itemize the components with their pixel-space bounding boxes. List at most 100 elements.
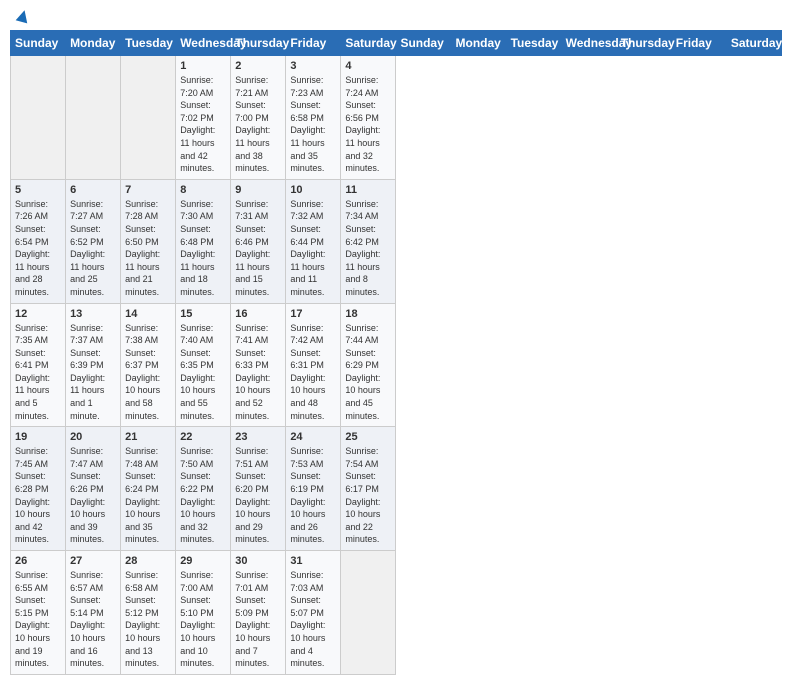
day-number: 11 bbox=[345, 184, 391, 196]
daylight-text: Daylight: 10 hours and 32 minutes. bbox=[180, 497, 215, 545]
day-header-wednesday: Wednesday bbox=[176, 31, 231, 56]
day-info: Sunrise: 6:57 AM Sunset: 5:14 PM Dayligh… bbox=[70, 569, 116, 670]
sunrise-text: Sunrise: 7:31 AM bbox=[235, 199, 268, 222]
day-info: Sunrise: 7:48 AM Sunset: 6:24 PM Dayligh… bbox=[125, 445, 171, 546]
calendar-cell: 5 Sunrise: 7:26 AM Sunset: 6:54 PM Dayli… bbox=[11, 179, 66, 303]
day-number: 14 bbox=[125, 308, 171, 320]
day-info: Sunrise: 7:41 AM Sunset: 6:33 PM Dayligh… bbox=[235, 322, 281, 423]
daylight-text: Daylight: 11 hours and 28 minutes. bbox=[15, 249, 50, 297]
day-number: 20 bbox=[70, 431, 116, 443]
sunset-text: Sunset: 6:29 PM bbox=[345, 348, 379, 371]
sunset-text: Sunset: 6:33 PM bbox=[235, 348, 269, 371]
daylight-text: Daylight: 10 hours and 42 minutes. bbox=[15, 497, 50, 545]
calendar-week-1: 1 Sunrise: 7:20 AM Sunset: 7:02 PM Dayli… bbox=[11, 56, 782, 180]
sunrise-text: Sunrise: 7:32 AM bbox=[290, 199, 323, 222]
day-info: Sunrise: 7:24 AM Sunset: 6:56 PM Dayligh… bbox=[345, 74, 391, 175]
day-header-saturday: Saturday bbox=[341, 31, 396, 56]
calendar-cell: 12 Sunrise: 7:35 AM Sunset: 6:41 PM Dayl… bbox=[11, 303, 66, 427]
sunrise-text: Sunrise: 7:53 AM bbox=[290, 446, 323, 469]
sunrise-text: Sunrise: 7:51 AM bbox=[235, 446, 268, 469]
day-info: Sunrise: 7:50 AM Sunset: 6:22 PM Dayligh… bbox=[180, 445, 226, 546]
calendar-table: SundayMondayTuesdayWednesdayThursdayFrid… bbox=[10, 30, 782, 675]
sunset-text: Sunset: 6:19 PM bbox=[290, 471, 324, 494]
sunset-text: Sunset: 5:09 PM bbox=[235, 595, 269, 618]
sunset-text: Sunset: 6:17 PM bbox=[345, 471, 379, 494]
day-number: 17 bbox=[290, 308, 336, 320]
day-number: 6 bbox=[70, 184, 116, 196]
day-number: 9 bbox=[235, 184, 281, 196]
calendar-cell: 27 Sunrise: 6:57 AM Sunset: 5:14 PM Dayl… bbox=[66, 551, 121, 675]
sunrise-text: Sunrise: 7:47 AM bbox=[70, 446, 103, 469]
calendar-cell: 8 Sunrise: 7:30 AM Sunset: 6:48 PM Dayli… bbox=[176, 179, 231, 303]
sunset-text: Sunset: 5:15 PM bbox=[15, 595, 49, 618]
sunset-text: Sunset: 5:10 PM bbox=[180, 595, 214, 618]
day-info: Sunrise: 7:27 AM Sunset: 6:52 PM Dayligh… bbox=[70, 198, 116, 299]
sunset-text: Sunset: 6:44 PM bbox=[290, 224, 324, 247]
calendar-cell bbox=[121, 56, 176, 180]
sunset-text: Sunset: 6:39 PM bbox=[70, 348, 104, 371]
day-info: Sunrise: 7:42 AM Sunset: 6:31 PM Dayligh… bbox=[290, 322, 336, 423]
day-info: Sunrise: 6:58 AM Sunset: 5:12 PM Dayligh… bbox=[125, 569, 171, 670]
calendar-week-5: 26 Sunrise: 6:55 AM Sunset: 5:15 PM Dayl… bbox=[11, 551, 782, 675]
day-info: Sunrise: 7:30 AM Sunset: 6:48 PM Dayligh… bbox=[180, 198, 226, 299]
day-info: Sunrise: 7:40 AM Sunset: 6:35 PM Dayligh… bbox=[180, 322, 226, 423]
sunrise-text: Sunrise: 7:38 AM bbox=[125, 323, 158, 346]
calendar-cell: 14 Sunrise: 7:38 AM Sunset: 6:37 PM Dayl… bbox=[121, 303, 176, 427]
sunset-text: Sunset: 7:00 PM bbox=[235, 100, 269, 123]
day-info: Sunrise: 7:31 AM Sunset: 6:46 PM Dayligh… bbox=[235, 198, 281, 299]
calendar-cell: 19 Sunrise: 7:45 AM Sunset: 6:28 PM Dayl… bbox=[11, 427, 66, 551]
daylight-text: Daylight: 11 hours and 21 minutes. bbox=[125, 249, 160, 297]
sunset-text: Sunset: 6:50 PM bbox=[125, 224, 159, 247]
daylight-text: Daylight: 10 hours and 16 minutes. bbox=[70, 620, 105, 668]
day-info: Sunrise: 7:47 AM Sunset: 6:26 PM Dayligh… bbox=[70, 445, 116, 546]
page-header bbox=[10, 10, 782, 22]
day-info: Sunrise: 7:01 AM Sunset: 5:09 PM Dayligh… bbox=[235, 569, 281, 670]
calendar-cell: 13 Sunrise: 7:37 AM Sunset: 6:39 PM Dayl… bbox=[66, 303, 121, 427]
daylight-text: Daylight: 10 hours and 48 minutes. bbox=[290, 373, 325, 421]
sunrise-text: Sunrise: 7:41 AM bbox=[235, 323, 268, 346]
calendar-cell: 20 Sunrise: 7:47 AM Sunset: 6:26 PM Dayl… bbox=[66, 427, 121, 551]
calendar-cell: 23 Sunrise: 7:51 AM Sunset: 6:20 PM Dayl… bbox=[231, 427, 286, 551]
calendar-cell: 10 Sunrise: 7:32 AM Sunset: 6:44 PM Dayl… bbox=[286, 179, 341, 303]
day-number: 19 bbox=[15, 431, 61, 443]
sunset-text: Sunset: 6:41 PM bbox=[15, 348, 49, 371]
calendar-cell: 25 Sunrise: 7:54 AM Sunset: 6:17 PM Dayl… bbox=[341, 427, 396, 551]
sunrise-text: Sunrise: 7:24 AM bbox=[345, 75, 378, 98]
day-number: 22 bbox=[180, 431, 226, 443]
calendar-cell: 30 Sunrise: 7:01 AM Sunset: 5:09 PM Dayl… bbox=[231, 551, 286, 675]
day-header-friday: Friday bbox=[286, 31, 341, 56]
logo-triangle-icon bbox=[16, 9, 31, 24]
daylight-text: Daylight: 11 hours and 11 minutes. bbox=[290, 249, 325, 297]
daylight-text: Daylight: 11 hours and 8 minutes. bbox=[345, 249, 380, 297]
sunrise-text: Sunrise: 7:40 AM bbox=[180, 323, 213, 346]
calendar-cell: 15 Sunrise: 7:40 AM Sunset: 6:35 PM Dayl… bbox=[176, 303, 231, 427]
sunrise-text: Sunrise: 7:50 AM bbox=[180, 446, 213, 469]
day-info: Sunrise: 7:35 AM Sunset: 6:41 PM Dayligh… bbox=[15, 322, 61, 423]
daylight-text: Daylight: 11 hours and 18 minutes. bbox=[180, 249, 215, 297]
sunrise-text: Sunrise: 7:34 AM bbox=[345, 199, 378, 222]
sunrise-text: Sunrise: 7:30 AM bbox=[180, 199, 213, 222]
calendar-week-2: 5 Sunrise: 7:26 AM Sunset: 6:54 PM Dayli… bbox=[11, 179, 782, 303]
day-number: 7 bbox=[125, 184, 171, 196]
sunrise-text: Sunrise: 7:42 AM bbox=[290, 323, 323, 346]
daylight-text: Daylight: 10 hours and 4 minutes. bbox=[290, 620, 325, 668]
sunrise-text: Sunrise: 7:35 AM bbox=[15, 323, 48, 346]
calendar-cell: 4 Sunrise: 7:24 AM Sunset: 6:56 PM Dayli… bbox=[341, 56, 396, 180]
day-info: Sunrise: 7:38 AM Sunset: 6:37 PM Dayligh… bbox=[125, 322, 171, 423]
day-info: Sunrise: 6:55 AM Sunset: 5:15 PM Dayligh… bbox=[15, 569, 61, 670]
daylight-text: Daylight: 10 hours and 22 minutes. bbox=[345, 497, 380, 545]
day-header-sunday: Sunday bbox=[11, 31, 66, 56]
day-info: Sunrise: 7:00 AM Sunset: 5:10 PM Dayligh… bbox=[180, 569, 226, 670]
sunset-text: Sunset: 6:35 PM bbox=[180, 348, 214, 371]
day-header-sunday: Sunday bbox=[396, 31, 451, 56]
sunset-text: Sunset: 5:14 PM bbox=[70, 595, 104, 618]
day-header-tuesday: Tuesday bbox=[121, 31, 176, 56]
daylight-text: Daylight: 10 hours and 19 minutes. bbox=[15, 620, 50, 668]
day-number: 25 bbox=[345, 431, 391, 443]
daylight-text: Daylight: 10 hours and 55 minutes. bbox=[180, 373, 215, 421]
day-info: Sunrise: 7:44 AM Sunset: 6:29 PM Dayligh… bbox=[345, 322, 391, 423]
calendar-cell: 3 Sunrise: 7:23 AM Sunset: 6:58 PM Dayli… bbox=[286, 56, 341, 180]
day-info: Sunrise: 7:32 AM Sunset: 6:44 PM Dayligh… bbox=[290, 198, 336, 299]
sunrise-text: Sunrise: 6:57 AM bbox=[70, 570, 103, 593]
daylight-text: Daylight: 11 hours and 38 minutes. bbox=[235, 125, 270, 173]
